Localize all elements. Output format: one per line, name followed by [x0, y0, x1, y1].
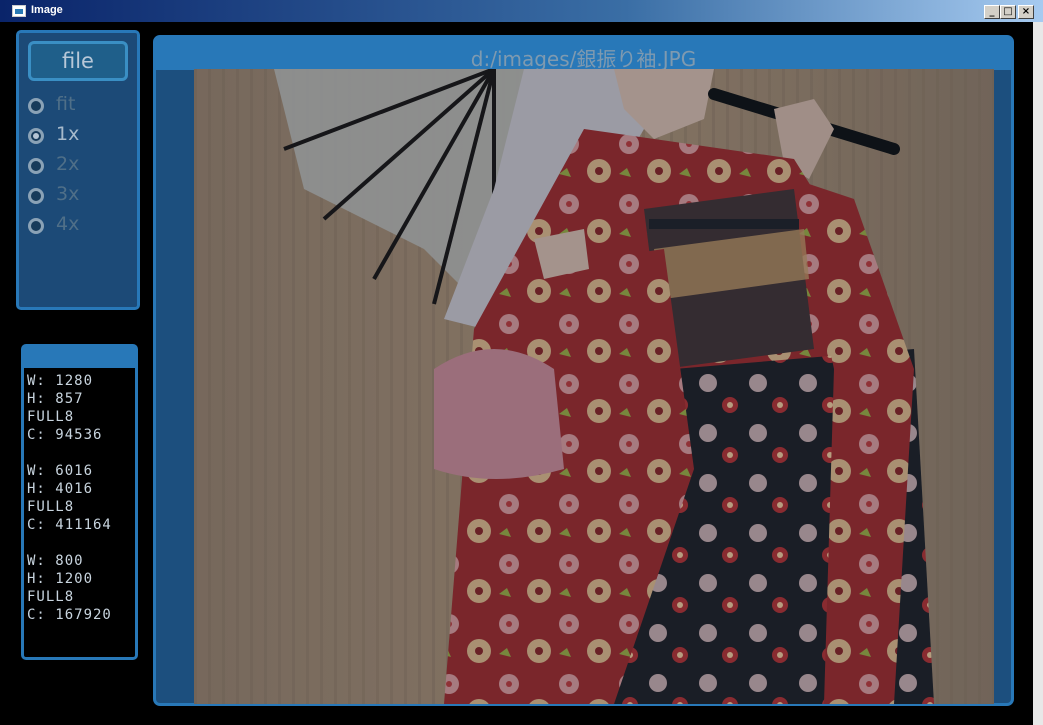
radio-label: 2x	[56, 153, 80, 175]
kimono-doll-photo	[194, 69, 994, 704]
info-count: C: 411164	[27, 517, 112, 533]
info-mode: FULL8	[27, 409, 75, 425]
info-height: H: 4016	[27, 481, 94, 497]
desktop-background	[1033, 22, 1043, 725]
radio-icon	[28, 218, 44, 234]
image-path: d:/images/銀振り袖.JPG	[470, 47, 697, 71]
window-title: Image	[31, 4, 63, 16]
image-canvas[interactable]	[194, 69, 994, 704]
radio-label: 3x	[56, 183, 80, 205]
info-list: W: 1280 H: 857 FULL8 C: 94536 W: 6016 H:…	[27, 372, 112, 624]
info-width: W: 6016	[27, 463, 94, 479]
info-width: W: 1280	[27, 373, 94, 389]
radio-label: 1x	[56, 123, 80, 145]
radio-icon	[28, 188, 44, 204]
info-width: W: 800	[27, 553, 84, 569]
app-icon	[12, 5, 26, 17]
radio-icon	[28, 158, 44, 174]
minimize-button[interactable]: _	[984, 5, 1000, 19]
image-viewer: d:/images/銀振り袖.JPG	[153, 35, 1014, 706]
info-panel-header	[24, 347, 135, 368]
info-mode: FULL8	[27, 499, 75, 515]
info-height: H: 1200	[27, 571, 94, 587]
file-button[interactable]: file	[28, 41, 128, 81]
viewer-header: d:/images/銀振り袖.JPG	[156, 38, 1011, 71]
info-count: C: 167920	[27, 607, 112, 623]
info-mode: FULL8	[27, 589, 75, 605]
info-height: H: 857	[27, 391, 84, 407]
radio-selected-icon	[28, 128, 44, 144]
maximize-button[interactable]: □	[1000, 5, 1016, 19]
control-panel: file fit 1x 2x 3x 4x	[16, 30, 140, 310]
info-count: C: 94536	[27, 427, 103, 443]
image-info-panel[interactable]: W: 1280 H: 857 FULL8 C: 94536 W: 6016 H:…	[21, 344, 138, 660]
radio-label: 4x	[56, 213, 80, 235]
window-title-bar[interactable]: Image _ □ ×	[0, 0, 1043, 23]
radio-label: fit	[56, 93, 76, 115]
close-button[interactable]: ×	[1018, 5, 1034, 19]
radio-icon	[28, 98, 44, 114]
